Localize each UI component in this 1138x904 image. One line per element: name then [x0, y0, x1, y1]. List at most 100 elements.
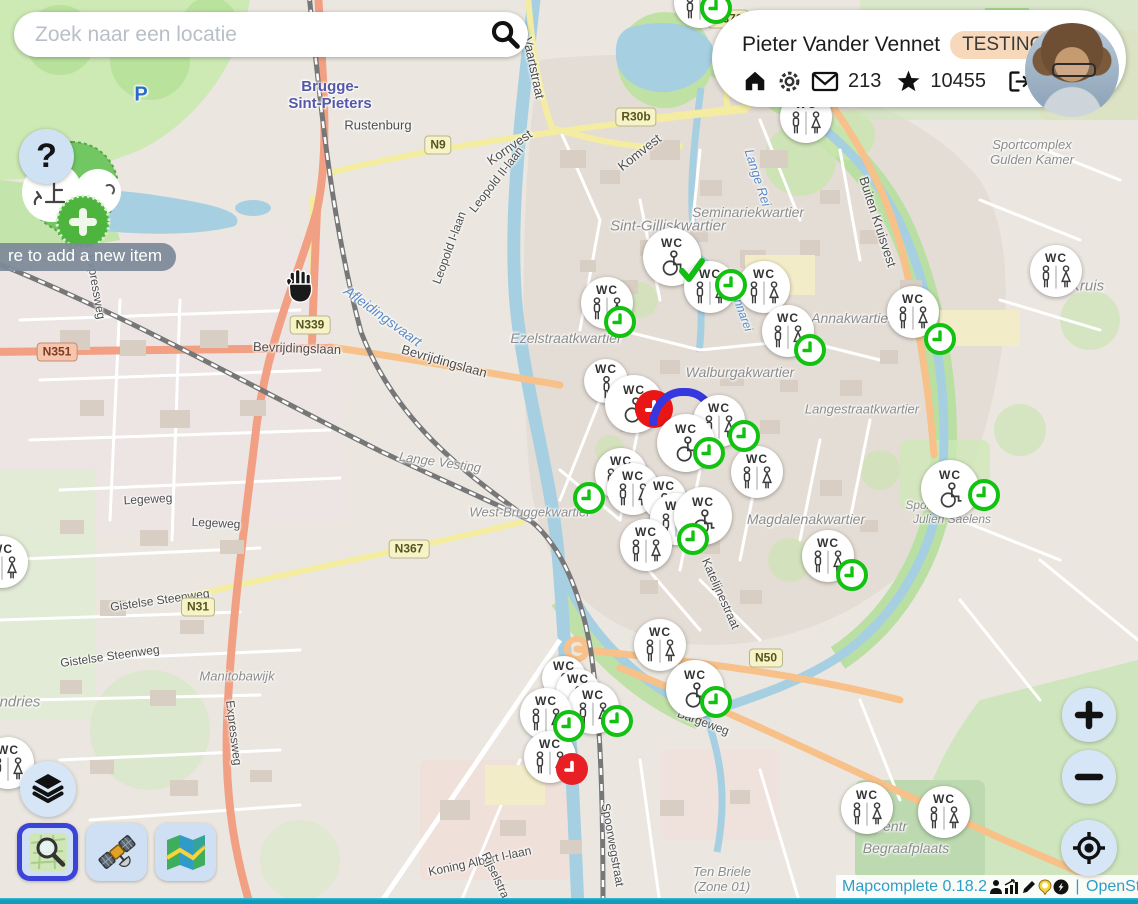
- marker-wc-label: WC: [753, 268, 775, 280]
- changeset-count: 10455: [930, 70, 986, 93]
- map-marker-toilet[interactable]: WC: [634, 619, 686, 671]
- toilet-figure-icon: [850, 802, 884, 827]
- toilet-figure-icon: [590, 297, 624, 322]
- toilet-figure-icon: [789, 111, 823, 136]
- toilet-figure-icon: [811, 550, 845, 575]
- toilet-figure-icon: [937, 482, 964, 509]
- satellite-icon: [95, 830, 139, 874]
- marker-wc-label: WC: [623, 384, 645, 396]
- pencil-icon[interactable]: [1021, 879, 1037, 895]
- home-button[interactable]: [742, 68, 768, 94]
- crosshair-icon: [1072, 831, 1106, 865]
- mail-icon: [811, 69, 839, 93]
- basemap-osm-button[interactable]: [17, 823, 78, 881]
- marker-wc-label: WC: [649, 626, 671, 638]
- toilet-figure-icon: [683, 0, 717, 21]
- toilet-figure-icon: [621, 397, 648, 424]
- mapcomplete-app: Brugge- Sint-PietersRustenburgVaartstraa…: [0, 0, 1138, 904]
- toilet-figure-icon: [740, 466, 774, 491]
- statistics-icon[interactable]: [1004, 879, 1020, 895]
- basemap-map-button[interactable]: [155, 823, 216, 881]
- toilet-figure-icon: [1039, 265, 1073, 290]
- marker-wc-label: WC: [582, 689, 604, 701]
- map-marker-toilet[interactable]: WC: [802, 530, 854, 582]
- app-version[interactable]: Mapcomplete 0.18.2: [842, 878, 987, 896]
- toilet-figure-icon: [0, 556, 19, 581]
- layers-button[interactable]: [20, 761, 76, 817]
- help-label: ?: [36, 137, 57, 175]
- search-button[interactable]: [484, 13, 528, 57]
- map-marker-toilet[interactable]: WC: [567, 682, 619, 734]
- toilet-figure-icon: [629, 539, 663, 564]
- zoom-out-button[interactable]: [1062, 750, 1116, 804]
- community-icon[interactable]: [989, 879, 1003, 895]
- user-name: Pieter Vander Vennet: [742, 33, 940, 57]
- settings-button[interactable]: [777, 69, 802, 94]
- toilet-figure-icon: [682, 682, 709, 709]
- map-marker-toilet[interactable]: WC: [921, 460, 979, 518]
- map-marker-toilet[interactable]: WC: [666, 660, 724, 718]
- map-marker-toilet[interactable]: WC: [605, 375, 663, 433]
- marker-wc-label: WC: [675, 423, 697, 435]
- toilet-figure-icon: [659, 250, 686, 277]
- marker-wc-label: WC: [595, 363, 617, 375]
- folded-map-icon: [164, 832, 208, 872]
- geolocate-button[interactable]: [1061, 820, 1117, 876]
- message-count: 213: [848, 70, 881, 93]
- star-icon: [896, 69, 921, 94]
- map-marker-toilet[interactable]: WC: [524, 731, 576, 783]
- map-marker-toilet[interactable]: WC: [887, 286, 939, 338]
- marker-wc-label: WC: [539, 738, 561, 750]
- marker-wc-label: WC: [746, 453, 768, 465]
- toilet-figure-icon: [896, 306, 930, 331]
- map-marker-toilet[interactable]: WC: [731, 446, 783, 498]
- marker-wc-label: WC: [1045, 252, 1067, 264]
- theme-logo-mini-icon: [1038, 879, 1052, 895]
- zoom-in-button[interactable]: [1062, 688, 1116, 742]
- marker-wc-label: WC: [0, 744, 19, 756]
- basemap-satellite-button[interactable]: [86, 823, 147, 881]
- help-button[interactable]: ?: [19, 129, 74, 184]
- toilet-figure-icon: [747, 281, 781, 306]
- map-marker-toilet[interactable]: WC: [620, 519, 672, 571]
- toilet-figure-icon: [643, 639, 677, 664]
- messages-button[interactable]: [811, 69, 839, 93]
- marker-wc-label: WC: [653, 480, 675, 492]
- minus-icon: [1074, 762, 1104, 792]
- layers-icon: [30, 771, 66, 807]
- mastodon-icon[interactable]: [1053, 879, 1069, 895]
- gear-icon: [777, 69, 802, 94]
- search-input[interactable]: [33, 22, 484, 48]
- search-icon: [490, 19, 522, 51]
- map-marker-toilet[interactable]: WC: [674, 487, 732, 545]
- plus-icon: [1074, 700, 1104, 730]
- toilet-figure-icon: [576, 702, 610, 727]
- map-marker-toilet[interactable]: WC: [918, 786, 970, 838]
- toilet-figure-icon: [693, 281, 727, 306]
- marker-wc-label: WC: [777, 312, 799, 324]
- marker-wc-label: WC: [535, 695, 557, 707]
- attribution-bar: Mapcomplete 0.18.2 | OpenStreetMap: [836, 875, 1138, 898]
- map-marker-toilet[interactable]: WC: [762, 305, 814, 357]
- tooltip-text: re to add a new item: [8, 246, 162, 265]
- map-marker-toilet[interactable]: WC: [657, 414, 715, 472]
- toilet-figure-icon: [529, 708, 563, 733]
- add-item-tooltip: re to add a new item: [0, 243, 176, 271]
- osm-link[interactable]: OpenStreetMap: [1086, 878, 1138, 896]
- marker-wc-label: WC: [684, 669, 706, 681]
- avatar[interactable]: [1025, 23, 1119, 117]
- map-marker-toilet[interactable]: WC: [841, 782, 893, 834]
- marker-wc-label: WC: [0, 543, 13, 555]
- marker-wc-label: WC: [661, 237, 683, 249]
- map-marker-toilet[interactable]: WC: [684, 261, 736, 313]
- marker-wc-label: WC: [817, 537, 839, 549]
- toilet-figure-icon: [771, 325, 805, 350]
- map-marker-toilet[interactable]: WC: [581, 277, 633, 329]
- hand-cursor-icon: [283, 268, 319, 309]
- marker-wc-label: WC: [902, 293, 924, 305]
- map-marker-toilet[interactable]: WC: [1030, 245, 1082, 297]
- home-icon: [742, 68, 768, 94]
- marker-wc-label: WC: [692, 496, 714, 508]
- changes-button[interactable]: [896, 69, 921, 94]
- marker-wc-label: WC: [596, 284, 618, 296]
